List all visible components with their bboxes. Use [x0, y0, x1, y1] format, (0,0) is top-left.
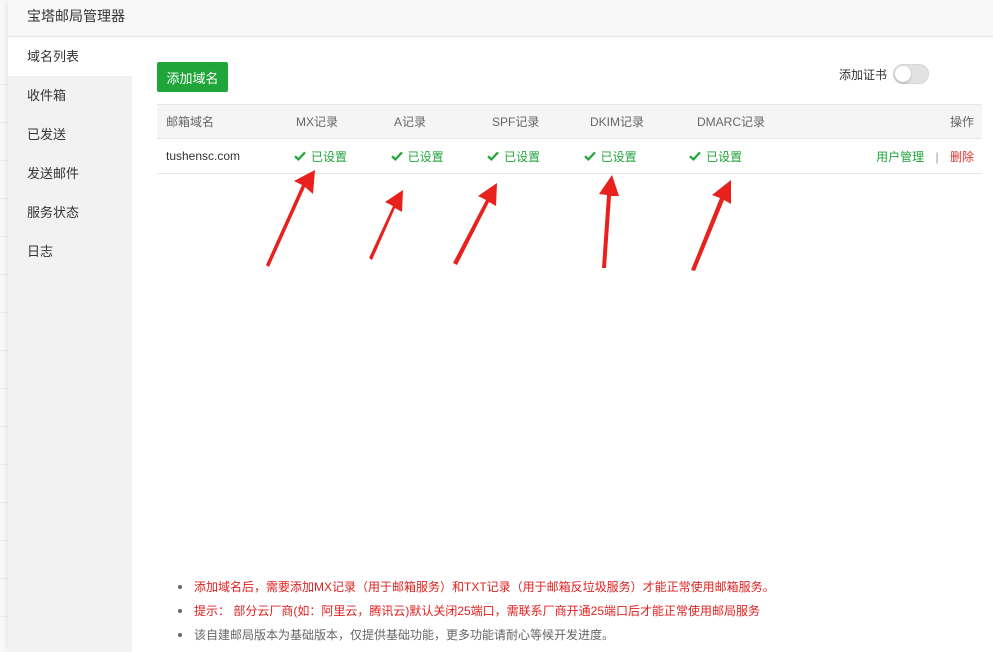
main-panel: 添加域名 添加证书 邮箱域名 MX记录 A记录 SPF记录 DKIM记录 DMA…	[132, 37, 993, 652]
sidebar: 域名列表 收件箱 已发送 发送邮件 服务状态 日志	[8, 37, 132, 652]
add-cert-toggle[interactable]	[893, 64, 929, 84]
dmarc-status-text: 已设置	[706, 149, 743, 164]
a-status-text: 已设置	[407, 149, 444, 164]
sidebar-item-logs[interactable]: 日志	[8, 232, 132, 271]
header-domain: 邮箱域名	[166, 115, 215, 129]
toggle-knob	[895, 66, 911, 82]
mx-status: 已设置	[285, 148, 382, 165]
header-mx: MX记录	[296, 115, 339, 129]
user-management-link[interactable]: 用户管理	[876, 150, 924, 164]
domain-cell: tushensc.com	[166, 149, 241, 163]
note-basic-version: 该自建邮局版本为基础版本，仅提供基础功能，更多功能请耐心等候开发进度。	[176, 623, 775, 647]
sidebar-item-domain-list[interactable]: 域名列表	[8, 37, 132, 76]
check-icon	[583, 151, 596, 161]
dialog-title: 宝塔邮局管理器	[8, 0, 993, 37]
header-dmarc: DMARC记录	[697, 115, 765, 129]
sidebar-item-inbox[interactable]: 收件箱	[8, 76, 132, 115]
mail-manager-dialog: 宝塔邮局管理器 域名列表 收件箱 已发送 发送邮件 服务状态 日志 添加域名 添…	[8, 0, 993, 652]
sidebar-item-send-mail[interactable]: 发送邮件	[8, 154, 132, 193]
add-cert-label: 添加证书	[838, 67, 887, 82]
dmarc-status: 已设置	[680, 148, 867, 165]
dkim-status-text: 已设置	[600, 149, 637, 164]
note-dns-records: 添加域名后，需要添加MX记录（用于邮箱服务）和TXT记录（用于邮箱反垃圾服务）才…	[176, 575, 775, 599]
spf-status-text: 已设置	[504, 149, 541, 164]
dkim-status: 已设置	[575, 148, 680, 165]
notes-list: 添加域名后，需要添加MX记录（用于邮箱服务）和TXT记录（用于邮箱反垃圾服务）才…	[176, 575, 775, 647]
add-domain-button[interactable]: 添加域名	[157, 62, 228, 92]
check-icon	[487, 151, 499, 161]
action-separator: |	[935, 149, 939, 164]
actions-cell: 用户管理 | 删除	[867, 148, 982, 165]
sidebar-item-sent[interactable]: 已发送	[8, 115, 132, 154]
header-actions: 操作	[949, 115, 974, 129]
spf-status: 已设置	[478, 148, 575, 165]
domain-table: 邮箱域名 MX记录 A记录 SPF记录 DKIM记录 DMARC记录 操作 tu…	[157, 104, 982, 174]
table-row: tushensc.com 已设置 已设置 已设置 已设置 已设置 用户管理 | …	[157, 139, 982, 174]
sidebar-item-service-status[interactable]: 服务状态	[8, 193, 132, 232]
check-icon	[689, 151, 701, 161]
check-icon	[390, 151, 403, 161]
table-header: 邮箱域名 MX记录 A记录 SPF记录 DKIM记录 DMARC记录 操作	[157, 105, 982, 139]
add-cert-control: 添加证书	[839, 64, 929, 84]
header-a: A记录	[394, 115, 427, 129]
delete-link[interactable]: 删除	[950, 150, 974, 164]
note-port-25: 提示： 部分云厂商(如：阿里云，腾讯云)默认关闭25端口，需联系厂商开通25端口…	[176, 599, 775, 623]
mx-status-text: 已设置	[311, 149, 348, 164]
header-dkim: DKIM记录	[590, 115, 645, 129]
check-icon	[294, 151, 306, 161]
a-status: 已设置	[382, 148, 479, 165]
header-spf: SPF记录	[492, 115, 540, 129]
